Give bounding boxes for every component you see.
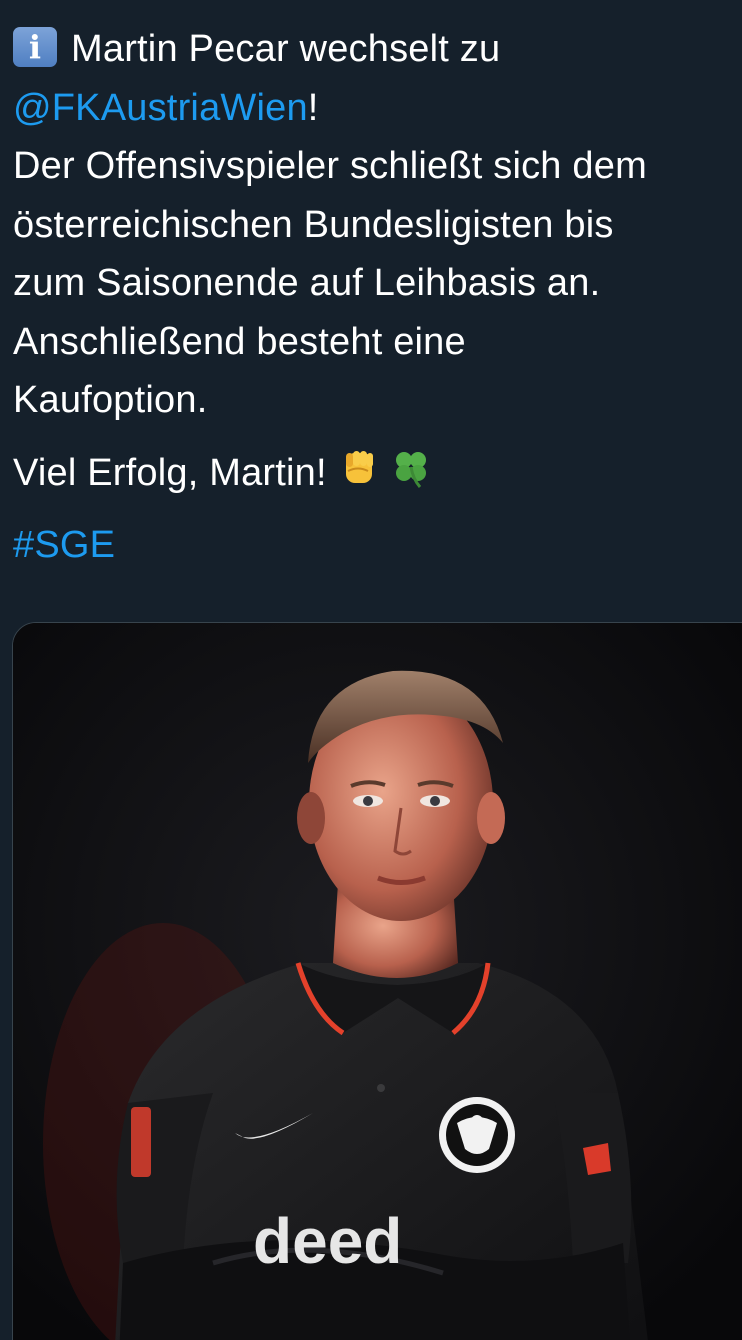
jersey-sponsor: deed	[253, 1205, 402, 1277]
info-icon: i	[13, 27, 57, 67]
tweet-headline: Martin Pecar wechselt zu	[71, 28, 501, 70]
mention-suffix: !	[307, 86, 319, 129]
player-photo: deed	[13, 623, 742, 1340]
four-leaf-clover-icon	[390, 447, 432, 507]
tweet-media-card[interactable]: deed	[12, 622, 742, 1340]
tweet-body-line: zum Saisonende auf Leihbasis an.	[13, 262, 601, 304]
tweet-body-line: Kaufoption.	[13, 379, 208, 421]
raised-fist-icon	[338, 447, 380, 507]
tweet-text: i Martin Pecar wechselt zu @FKAustriaWien…	[13, 20, 742, 575]
tweet-hashtag-line: #SGE	[13, 516, 742, 575]
mention-link[interactable]: @FKAustriaWien	[13, 87, 308, 129]
tweet-body-line: österreichischen Bundesligisten bis	[13, 203, 614, 246]
tweet-line-2: @FKAustriaWien!	[13, 79, 742, 138]
tweet-line-1: i Martin Pecar wechselt zu	[13, 20, 742, 79]
tweet-body-line: Anschließend besteht eine	[13, 320, 466, 363]
tweet-closing-line: Viel Erfolg, Martin!	[13, 444, 742, 503]
tweet-closing: Viel Erfolg, Martin!	[13, 451, 327, 494]
tweet-body-line: Der Offensivspieler schließt sich dem	[13, 145, 647, 187]
hashtag-link[interactable]: #SGE	[13, 524, 115, 566]
